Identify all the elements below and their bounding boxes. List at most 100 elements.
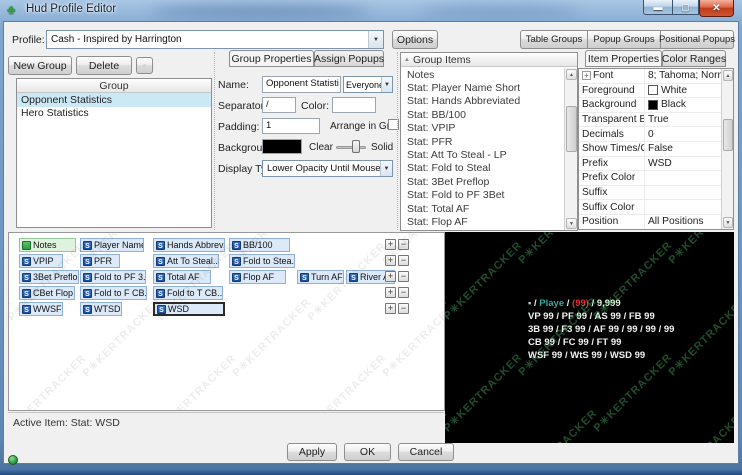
group-item[interactable]: Stat: VPIP	[401, 122, 564, 135]
group-target-select[interactable]: Everyone B ▼	[343, 76, 393, 93]
property-row[interactable]: Prefix WSD	[579, 156, 721, 172]
group-items-scrollbar[interactable]: ▲ ▼	[564, 68, 577, 230]
hud-stat-chip[interactable]: S Turn AF	[297, 270, 344, 284]
profile-select[interactable]: Cash - Inspired by Harrington ▼	[46, 30, 384, 49]
property-value[interactable]: True	[645, 114, 721, 125]
hud-stat-chip[interactable]: S Hands Abbrev...	[153, 238, 225, 252]
row-remove-button[interactable]: −	[398, 303, 409, 314]
row-remove-button[interactable]: −	[398, 287, 409, 298]
expand-icon[interactable]: +	[582, 71, 591, 81]
new-group-button[interactable]: New Group	[8, 56, 72, 75]
scroll-up-icon[interactable]: ▲	[723, 70, 733, 81]
group-item[interactable]: Stat: Flop AF	[401, 215, 564, 228]
hud-stat-chip[interactable]: S BB/100	[229, 238, 290, 252]
options-button[interactable]: Options	[392, 30, 438, 49]
group-item[interactable]: Stat: PFR	[401, 135, 564, 148]
property-value[interactable]: WSD	[645, 158, 721, 169]
hud-stat-chip[interactable]: S 3Bet Preflop	[19, 270, 79, 284]
hud-stat-chip[interactable]: SPlayer Name ...	[80, 238, 144, 252]
scrollbar-thumb[interactable]	[723, 119, 733, 151]
property-row[interactable]: Foreground White	[579, 83, 721, 99]
row-add-button[interactable]: +	[385, 271, 396, 282]
maximize-button[interactable]: ▢	[672, 0, 699, 15]
scroll-down-icon[interactable]: ▼	[566, 218, 577, 229]
row-add-button[interactable]: +	[385, 303, 396, 314]
property-value[interactable]: False	[645, 143, 721, 154]
property-row[interactable]: Position All Positions	[579, 214, 721, 229]
group-item[interactable]: Stat: Fold to PF 3Bet	[401, 189, 564, 202]
hud-stat-chip[interactable]: S WSD	[153, 302, 225, 316]
property-row[interactable]: Decimals 0	[579, 127, 721, 142]
panel-splitter[interactable]	[397, 52, 398, 230]
property-row[interactable]: Suffix	[579, 185, 721, 201]
group-item[interactable]: Notes	[401, 68, 564, 81]
hud-stat-chip[interactable]: S Fold to Stea...	[229, 254, 295, 268]
hud-stat-chip[interactable]: S Flop AF	[229, 270, 286, 284]
property-row[interactable]: Show Times/Oppo False	[579, 141, 721, 157]
property-value[interactable]: White	[645, 85, 721, 96]
opacity-slider-handle[interactable]	[352, 140, 360, 153]
group-item[interactable]: Stat: Hands Abbreviated	[401, 95, 564, 108]
row-add-button[interactable]: +	[385, 287, 396, 298]
popup-groups-button[interactable]: Popup Groups	[588, 30, 661, 49]
row-remove-button[interactable]: −	[398, 255, 409, 266]
cancel-button[interactable]: Cancel	[398, 443, 454, 461]
property-row[interactable]: Transparent Backg True	[579, 112, 721, 128]
hud-stat-chip[interactable]: S WTSD	[80, 302, 122, 316]
scroll-down-icon[interactable]: ▼	[723, 217, 733, 228]
hud-stat-chip[interactable]: S Att To Steal...	[153, 254, 219, 268]
item-properties-scrollbar[interactable]: ▲ ▼	[721, 69, 733, 229]
positional-popups-button[interactable]: Positional Popups	[659, 30, 735, 49]
tab-item-properties[interactable]: Item Properties	[585, 50, 662, 67]
close-button[interactable]: ✕	[699, 0, 734, 17]
group-item[interactable]: Stat: Att To Steal - LP	[401, 148, 564, 161]
property-row[interactable]: Prefix Color	[579, 171, 721, 186]
group-item[interactable]: Stat: Total AF	[401, 202, 564, 215]
hud-stat-chip[interactable]: S WWSF	[19, 302, 63, 316]
group-item[interactable]: Stat: Player Name Short	[401, 81, 564, 94]
apply-button[interactable]: Apply	[287, 443, 337, 461]
hud-stat-chip[interactable]: S CBet Flop	[19, 286, 75, 300]
background-color-input[interactable]	[262, 139, 302, 154]
hud-stat-chip[interactable]: S Fold to PF 3...	[80, 270, 146, 284]
hud-stat-chip[interactable]: Notes	[19, 238, 76, 252]
hud-stat-chip[interactable]: S Fold to F CB...	[80, 286, 147, 300]
row-remove-button[interactable]: −	[398, 239, 409, 250]
table-groups-button[interactable]: Table Groups	[520, 30, 588, 49]
opacity-slider-track[interactable]	[336, 146, 366, 149]
row-add-button[interactable]: +	[385, 255, 396, 266]
tab-assign-popups[interactable]: Assign Popups	[314, 50, 384, 67]
scroll-up-icon[interactable]: ▲	[566, 69, 577, 80]
property-value[interactable]: 8; Tahoma; Norma	[645, 70, 721, 81]
separator-color-input[interactable]	[332, 97, 376, 113]
display-type-select[interactable]: Lower Opacity Until Mouse Ov ▼	[262, 160, 393, 177]
group-item[interactable]: Stat: BB/100	[401, 108, 564, 121]
row-add-button[interactable]: +	[385, 239, 396, 250]
group-move-button[interactable]: ▫	[136, 57, 153, 74]
scrollbar-thumb[interactable]	[566, 106, 577, 152]
separator-input[interactable]: /	[262, 97, 296, 113]
tab-color-ranges[interactable]: Color Ranges	[662, 50, 726, 67]
property-value[interactable]: 0	[645, 129, 721, 140]
hud-stat-chip[interactable]: S Total AF	[153, 270, 211, 284]
group-row[interactable]: Hero Statistics	[17, 107, 211, 121]
tab-group-properties[interactable]: Group Properties	[229, 50, 314, 67]
property-row[interactable]: +Font8; Tahoma; Norma	[579, 69, 721, 84]
delete-group-button[interactable]: Delete	[76, 56, 132, 75]
minimize-button[interactable]: ▬	[643, 0, 672, 15]
hud-stat-chip[interactable]: S Fold to T CB...	[153, 286, 223, 300]
group-item[interactable]: Stat: 3Bet Preflop	[401, 175, 564, 188]
hud-stat-chip[interactable]: S VPIP	[19, 254, 63, 268]
group-list-header[interactable]: Group	[17, 79, 211, 93]
ok-button[interactable]: OK	[344, 443, 391, 461]
hud-stat-chip[interactable]: S PFR	[80, 254, 120, 268]
group-row[interactable]: Opponent Statistics	[17, 93, 211, 107]
panel-splitter[interactable]	[214, 52, 215, 230]
property-value[interactable]: Black	[645, 99, 721, 110]
group-item[interactable]: Stat: Fold to Steal	[401, 162, 564, 175]
help-icon[interactable]	[8, 455, 18, 465]
property-row[interactable]: Background Black	[579, 98, 721, 113]
title-bar[interactable]: ♣ Hud Profile Editor ▬ ▢ ✕	[0, 0, 742, 21]
row-remove-button[interactable]: −	[398, 271, 409, 282]
group-items-header[interactable]: ▲ Group Items	[401, 53, 577, 67]
